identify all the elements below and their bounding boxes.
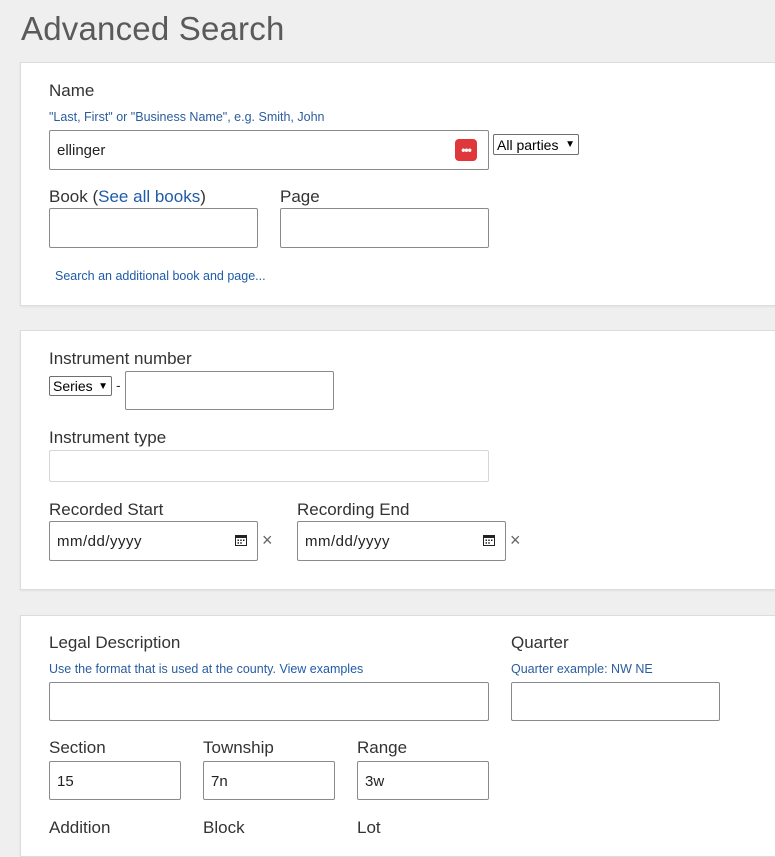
- view-examples-link[interactable]: View examples: [279, 662, 363, 676]
- recording-end-date-input[interactable]: mm/dd/yyyy: [297, 521, 506, 561]
- range-input[interactable]: 3w: [357, 761, 489, 800]
- township-input-value: 7n: [211, 773, 228, 790]
- calendar-icon[interactable]: [235, 534, 247, 546]
- chevron-down-icon: ▼: [98, 380, 108, 392]
- instrument-type-label: Instrument type: [49, 428, 167, 447]
- party-select[interactable]: All parties ▼: [493, 134, 579, 155]
- section-label: Section: [49, 738, 106, 757]
- name-hint: "Last, First" or "Business Name", e.g. S…: [49, 110, 325, 124]
- see-all-books-link[interactable]: See all books: [98, 187, 200, 206]
- legal-hint-text: Use the format that is used at the count…: [49, 662, 280, 676]
- series-select-value: Series: [53, 378, 93, 394]
- block-label: Block: [203, 818, 245, 837]
- clear-start-date-icon[interactable]: ×: [262, 530, 273, 551]
- instrument-number-label: Instrument number: [49, 349, 192, 368]
- township-label: Township: [203, 738, 274, 757]
- name-input-value: ellinger: [57, 142, 106, 159]
- range-input-value: 3w: [365, 773, 385, 790]
- book-label-text: Book (: [49, 187, 99, 206]
- page-input[interactable]: [280, 208, 489, 248]
- quarter-hint: Quarter example: NW NE: [511, 662, 653, 676]
- lot-label: Lot: [357, 818, 381, 837]
- calendar-icon[interactable]: [483, 534, 495, 546]
- township-input[interactable]: 7n: [203, 761, 335, 800]
- instrument-number-input[interactable]: [125, 371, 334, 410]
- recording-end-placeholder: mm/dd/yyyy: [305, 533, 391, 550]
- book-input[interactable]: [49, 208, 258, 248]
- name-input[interactable]: ellinger •••: [49, 130, 489, 170]
- add-book-page-link[interactable]: Search an additional book and page...: [55, 269, 266, 283]
- page-title: Advanced Search: [21, 10, 285, 47]
- recorded-start-placeholder: mm/dd/yyyy: [57, 533, 143, 550]
- party-select-value: All parties: [497, 136, 559, 153]
- section-input[interactable]: 15: [49, 761, 181, 800]
- range-label: Range: [357, 738, 408, 757]
- name-search-card: Name "Last, First" or "Business Name", e…: [20, 62, 775, 306]
- recorded-start-date-input[interactable]: mm/dd/yyyy: [49, 521, 258, 561]
- section-input-value: 15: [57, 773, 74, 790]
- series-dash: -: [116, 377, 121, 393]
- password-manager-icon[interactable]: •••: [455, 139, 477, 161]
- addition-label: Addition: [49, 818, 111, 837]
- quarter-input[interactable]: [511, 682, 720, 721]
- recording-end-label: Recording End: [297, 500, 410, 519]
- quarter-label: Quarter: [511, 633, 569, 652]
- legal-description-label: Legal Description: [49, 633, 181, 652]
- legal-description-input[interactable]: [49, 682, 489, 721]
- series-select[interactable]: Series ▼: [49, 376, 112, 396]
- book-label-close: ): [200, 187, 206, 206]
- name-label: Name: [49, 81, 95, 100]
- page-label: Page: [280, 187, 320, 206]
- legal-description-card: Legal Description Use the format that is…: [20, 615, 775, 857]
- instrument-type-input[interactable]: [49, 450, 489, 482]
- instrument-search-card: Instrument number Series ▼ - Instrument …: [20, 330, 775, 590]
- chevron-down-icon: ▼: [565, 139, 575, 150]
- clear-end-date-icon[interactable]: ×: [510, 530, 521, 551]
- recorded-start-label: Recorded Start: [49, 500, 164, 519]
- legal-description-hint: Use the format that is used at the count…: [49, 662, 363, 676]
- book-label: Book (See all books): [49, 187, 206, 207]
